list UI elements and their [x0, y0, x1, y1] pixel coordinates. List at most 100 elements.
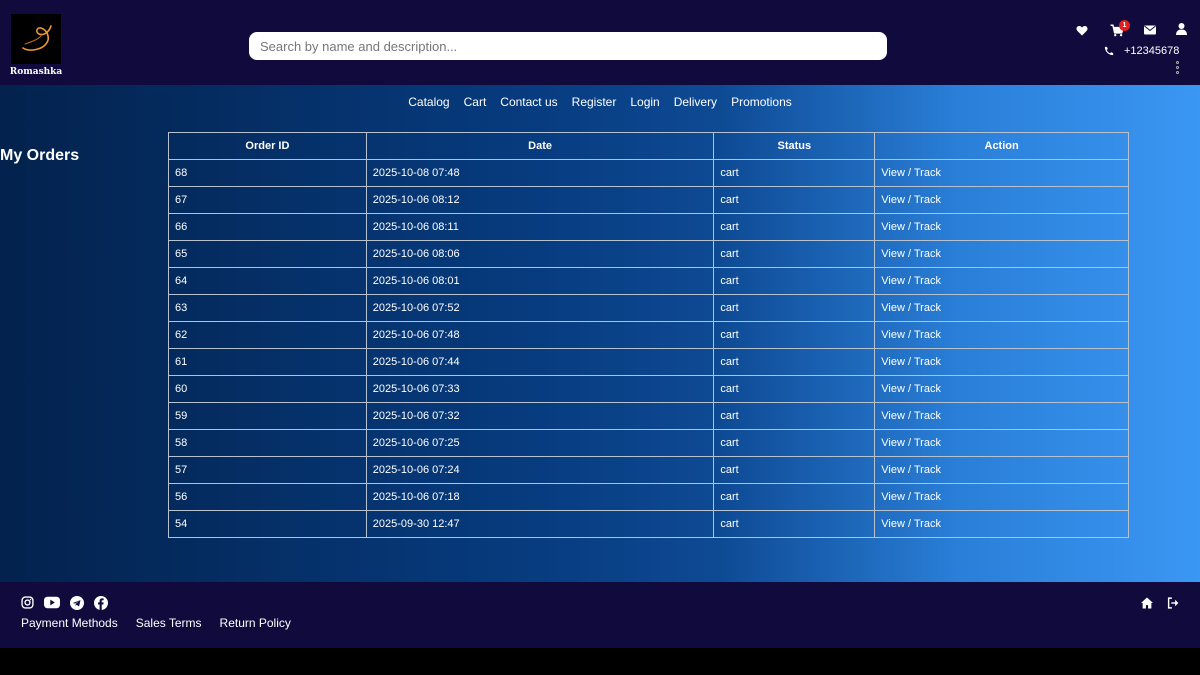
column-header-order-id: Order ID — [168, 132, 367, 160]
order-status-cell: cart — [713, 510, 876, 538]
order-id-cell: 63 — [168, 294, 367, 322]
view-track-link[interactable]: View / Track — [881, 356, 941, 368]
nav-promotions[interactable]: Promotions — [731, 95, 792, 109]
view-track-link[interactable]: View / Track — [881, 248, 941, 260]
order-status-cell: cart — [713, 483, 876, 511]
table-row: 63 2025-10-06 07:52 cart View / Track — [168, 294, 1129, 322]
orders-table: Order ID Date Status Action 68 2025-10-08… — [168, 132, 1129, 538]
order-status-cell: cart — [713, 267, 876, 295]
view-track-link[interactable]: View / Track — [881, 437, 941, 449]
home-icon[interactable] — [1140, 596, 1154, 614]
order-id-cell: 54 — [168, 510, 367, 538]
order-date-cell: 2025-10-06 07:18 — [365, 483, 715, 511]
order-id-cell: 57 — [168, 456, 367, 484]
logout-icon[interactable] — [1167, 596, 1180, 614]
order-date-cell: 2025-10-06 08:01 — [365, 267, 715, 295]
view-track-link[interactable]: View / Track — [881, 302, 941, 314]
order-action-cell[interactable]: View / Track — [874, 456, 1129, 484]
table-row: 62 2025-10-06 07:48 cart View / Track — [168, 321, 1129, 349]
phone-number[interactable]: +12345678 — [1124, 45, 1179, 57]
order-date-cell: 2025-09-30 12:47 — [365, 510, 715, 538]
table-row: 59 2025-10-06 07:32 cart View / Track — [168, 402, 1129, 430]
order-id-cell: 61 — [168, 348, 367, 376]
view-track-link[interactable]: View / Track — [881, 194, 941, 206]
footer-actions — [1140, 596, 1180, 614]
order-action-cell[interactable]: View / Track — [874, 159, 1129, 187]
order-status-cell: cart — [713, 456, 876, 484]
order-id-cell: 60 — [168, 375, 367, 403]
order-id-cell: 59 — [168, 402, 367, 430]
order-action-cell[interactable]: View / Track — [874, 348, 1129, 376]
order-action-cell[interactable]: View / Track — [874, 375, 1129, 403]
nav-register[interactable]: Register — [572, 95, 617, 109]
facebook-icon[interactable] — [94, 596, 108, 615]
order-date-cell: 2025-10-06 08:11 — [365, 213, 715, 241]
logo[interactable] — [11, 14, 61, 64]
order-date-cell: 2025-10-06 07:48 — [365, 321, 715, 349]
heart-icon[interactable] — [1076, 24, 1088, 36]
order-status-cell: cart — [713, 375, 876, 403]
order-action-cell[interactable]: View / Track — [874, 294, 1129, 322]
order-action-cell[interactable]: View / Track — [874, 213, 1129, 241]
view-track-link[interactable]: View / Track — [881, 518, 941, 530]
search-input[interactable] — [249, 32, 887, 60]
phone-icon — [1103, 45, 1114, 56]
view-track-link[interactable]: View / Track — [881, 329, 941, 341]
more-vertical-icon[interactable] — [1174, 61, 1180, 78]
order-date-cell: 2025-10-06 08:06 — [365, 240, 715, 268]
column-header-action: Action — [874, 132, 1129, 160]
order-date-cell: 2025-10-06 07:44 — [365, 348, 715, 376]
instagram-icon[interactable] — [21, 596, 34, 615]
nav-catalog[interactable]: Catalog — [408, 95, 449, 109]
nav-contact-us[interactable]: Contact us — [500, 95, 557, 109]
order-id-cell: 64 — [168, 267, 367, 295]
table-row: 68 2025-10-08 07:48 cart View / Track — [168, 159, 1129, 187]
table-row: 66 2025-10-06 08:11 cart View / Track — [168, 213, 1129, 241]
order-status-cell: cart — [713, 240, 876, 268]
order-status-cell: cart — [713, 159, 876, 187]
column-header-date: Date — [365, 132, 715, 160]
cart-count-badge: 1 — [1119, 20, 1130, 31]
brand-name: Romashka — [9, 67, 63, 77]
order-id-cell: 58 — [168, 429, 367, 457]
order-action-cell[interactable]: View / Track — [874, 402, 1129, 430]
user-icon[interactable] — [1175, 23, 1187, 35]
view-track-link[interactable]: View / Track — [881, 275, 941, 287]
order-date-cell: 2025-10-06 07:24 — [365, 456, 715, 484]
nav-cart[interactable]: Cart — [464, 95, 487, 109]
order-action-cell[interactable]: View / Track — [874, 186, 1129, 214]
order-action-cell[interactable]: View / Track — [874, 429, 1129, 457]
view-track-link[interactable]: View / Track — [881, 464, 941, 476]
envelope-icon[interactable] — [1143, 24, 1156, 35]
order-status-cell: cart — [713, 213, 876, 241]
table-row: 57 2025-10-06 07:24 cart View / Track — [168, 456, 1129, 484]
order-action-cell[interactable]: View / Track — [874, 267, 1129, 295]
nav-delivery[interactable]: Delivery — [674, 95, 717, 109]
order-date-cell: 2025-10-06 07:32 — [365, 402, 715, 430]
order-date-cell: 2025-10-08 07:48 — [365, 159, 715, 187]
telegram-icon[interactable] — [70, 596, 84, 615]
order-status-cell: cart — [713, 348, 876, 376]
column-header-status: Status — [713, 132, 876, 160]
view-track-link[interactable]: View / Track — [881, 221, 941, 233]
view-track-link[interactable]: View / Track — [881, 410, 941, 422]
order-action-cell[interactable]: View / Track — [874, 483, 1129, 511]
footer-link-payment-methods[interactable]: Payment Methods — [21, 616, 118, 630]
order-date-cell: 2025-10-06 07:52 — [365, 294, 715, 322]
order-action-cell[interactable]: View / Track — [874, 240, 1129, 268]
order-id-cell: 68 — [168, 159, 367, 187]
site-header: Romashka 1 +12345678 — [0, 0, 1200, 85]
nav-login[interactable]: Login — [630, 95, 659, 109]
view-track-link[interactable]: View / Track — [881, 491, 941, 503]
table-row: 65 2025-10-06 08:06 cart View / Track — [168, 240, 1129, 268]
table-row: 54 2025-09-30 12:47 cart View / Track — [168, 510, 1129, 538]
footer-link-return-policy[interactable]: Return Policy — [220, 616, 291, 630]
table-row: 58 2025-10-06 07:25 cart View / Track — [168, 429, 1129, 457]
order-id-cell: 67 — [168, 186, 367, 214]
footer-link-sales-terms[interactable]: Sales Terms — [136, 616, 202, 630]
youtube-icon[interactable] — [44, 596, 60, 615]
order-action-cell[interactable]: View / Track — [874, 321, 1129, 349]
order-action-cell[interactable]: View / Track — [874, 510, 1129, 538]
view-track-link[interactable]: View / Track — [881, 383, 941, 395]
view-track-link[interactable]: View / Track — [881, 167, 941, 179]
